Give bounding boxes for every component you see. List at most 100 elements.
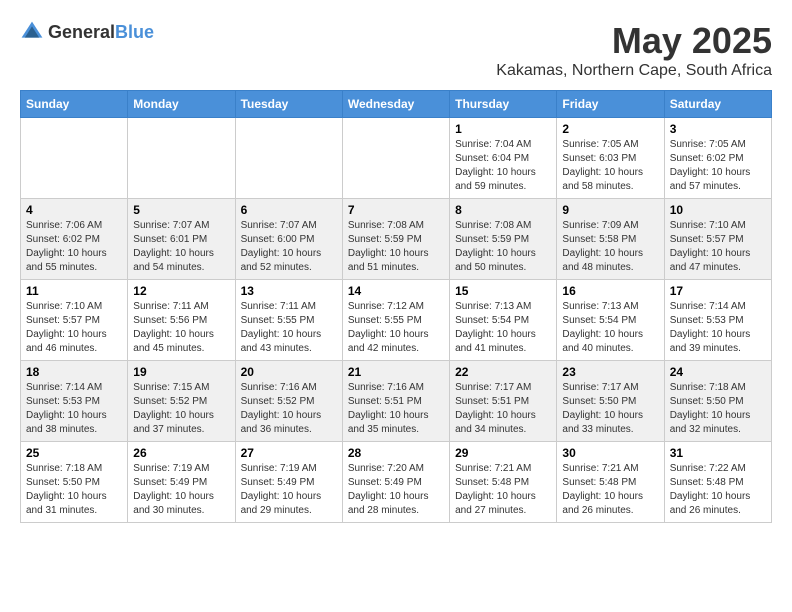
day-number: 7 (348, 203, 444, 217)
calendar-cell: 18Sunrise: 7:14 AM Sunset: 5:53 PM Dayli… (21, 361, 128, 442)
day-info: Sunrise: 7:12 AM Sunset: 5:55 PM Dayligh… (348, 300, 444, 356)
logo-icon (20, 20, 44, 44)
day-number: 4 (26, 203, 122, 217)
day-number: 27 (241, 446, 337, 460)
day-number: 23 (562, 365, 658, 379)
day-number: 3 (670, 122, 766, 136)
calendar-cell: 27 Sunrise: 7:19 AM Sunset: 5:49 PM Dayli… (235, 442, 342, 523)
weekday-header-friday: Friday (557, 91, 664, 118)
calendar-cell: 26 Sunrise: 7:19 AM Sunset: 5:49 PM Dayli… (128, 442, 235, 523)
calendar-cell: 30Sunrise: 7:21 AM Sunset: 5:48 PM Dayli… (557, 442, 664, 523)
day-number: 11 (26, 284, 122, 298)
title-block: May 2025 Kakamas, Northern Cape, South A… (496, 20, 772, 80)
calendar-cell (342, 118, 449, 199)
calendar-cell: 24 Sunrise: 7:18 AM Sunset: 5:50 PM Dayli… (664, 361, 771, 442)
month-year: May 2025 (496, 20, 772, 62)
calendar-cell: 1Sunrise: 7:04 AM Sunset: 6:04 PM Daylig… (450, 118, 557, 199)
day-info: Sunrise: 7:05 AM Sunset: 6:02 PM Dayligh… (670, 138, 766, 194)
day-info: Sunrise: 7:13 AM Sunset: 5:54 PM Dayligh… (562, 300, 658, 356)
weekday-header-sunday: Sunday (21, 91, 128, 118)
calendar-week-row: 11 Sunrise: 7:10 AM Sunset: 5:57 PM Dayli… (21, 280, 772, 361)
day-number: 26 (133, 446, 229, 460)
logo: GeneralBlue (20, 20, 154, 44)
calendar-cell: 6 Sunrise: 7:07 AM Sunset: 6:00 PM Daylig… (235, 199, 342, 280)
weekday-header-tuesday: Tuesday (235, 91, 342, 118)
day-info: Sunrise: 7:07 AM Sunset: 6:00 PM Dayligh… (241, 219, 337, 275)
day-info: Sunrise: 7:20 AM Sunset: 5:49 PM Dayligh… (348, 462, 444, 518)
day-number: 15 (455, 284, 551, 298)
calendar-cell: 25Sunrise: 7:18 AM Sunset: 5:50 PM Dayli… (21, 442, 128, 523)
logo-text-general: General (48, 22, 115, 42)
calendar-cell: 14 Sunrise: 7:12 AM Sunset: 5:55 PM Dayli… (342, 280, 449, 361)
weekday-header-monday: Monday (128, 91, 235, 118)
day-number: 17 (670, 284, 766, 298)
day-info: Sunrise: 7:19 AM Sunset: 5:49 PM Dayligh… (133, 462, 229, 518)
day-number: 24 (670, 365, 766, 379)
calendar-cell: 22 Sunrise: 7:17 AM Sunset: 5:51 PM Dayli… (450, 361, 557, 442)
calendar-header-row: SundayMondayTuesdayWednesdayThursdayFrid… (21, 91, 772, 118)
day-info: Sunrise: 7:08 AM Sunset: 5:59 PM Dayligh… (348, 219, 444, 275)
day-number: 16 (562, 284, 658, 298)
day-info: Sunrise: 7:21 AM Sunset: 5:48 PM Dayligh… (562, 462, 658, 518)
calendar-cell: 28Sunrise: 7:20 AM Sunset: 5:49 PM Dayli… (342, 442, 449, 523)
day-info: Sunrise: 7:16 AM Sunset: 5:52 PM Dayligh… (241, 381, 337, 437)
calendar-cell: 9 Sunrise: 7:09 AM Sunset: 5:58 PM Daylig… (557, 199, 664, 280)
weekday-header-thursday: Thursday (450, 91, 557, 118)
day-number: 22 (455, 365, 551, 379)
calendar-week-row: 18Sunrise: 7:14 AM Sunset: 5:53 PM Dayli… (21, 361, 772, 442)
day-info: Sunrise: 7:15 AM Sunset: 5:52 PM Dayligh… (133, 381, 229, 437)
day-number: 21 (348, 365, 444, 379)
calendar-cell: 16 Sunrise: 7:13 AM Sunset: 5:54 PM Dayli… (557, 280, 664, 361)
day-info: Sunrise: 7:09 AM Sunset: 5:58 PM Dayligh… (562, 219, 658, 275)
calendar-cell: 11 Sunrise: 7:10 AM Sunset: 5:57 PM Dayli… (21, 280, 128, 361)
location: Kakamas, Northern Cape, South Africa (496, 62, 772, 80)
day-info: Sunrise: 7:18 AM Sunset: 5:50 PM Dayligh… (670, 381, 766, 437)
calendar-cell: 4 Sunrise: 7:06 AM Sunset: 6:02 PM Daylig… (21, 199, 128, 280)
day-number: 8 (455, 203, 551, 217)
day-number: 20 (241, 365, 337, 379)
day-number: 10 (670, 203, 766, 217)
calendar-cell (21, 118, 128, 199)
calendar-cell: 20 Sunrise: 7:16 AM Sunset: 5:52 PM Dayli… (235, 361, 342, 442)
calendar-cell: 17Sunrise: 7:14 AM Sunset: 5:53 PM Dayli… (664, 280, 771, 361)
day-info: Sunrise: 7:10 AM Sunset: 5:57 PM Dayligh… (26, 300, 122, 356)
day-number: 12 (133, 284, 229, 298)
calendar-cell: 7 Sunrise: 7:08 AM Sunset: 5:59 PM Daylig… (342, 199, 449, 280)
weekday-header-wednesday: Wednesday (342, 91, 449, 118)
calendar-cell: 2 Sunrise: 7:05 AM Sunset: 6:03 PM Daylig… (557, 118, 664, 199)
calendar-week-row: 4 Sunrise: 7:06 AM Sunset: 6:02 PM Daylig… (21, 199, 772, 280)
calendar-cell (235, 118, 342, 199)
day-info: Sunrise: 7:11 AM Sunset: 5:56 PM Dayligh… (133, 300, 229, 356)
day-info: Sunrise: 7:07 AM Sunset: 6:01 PM Dayligh… (133, 219, 229, 275)
calendar-cell: 29Sunrise: 7:21 AM Sunset: 5:48 PM Dayli… (450, 442, 557, 523)
day-info: Sunrise: 7:05 AM Sunset: 6:03 PM Dayligh… (562, 138, 658, 194)
calendar-cell: 8Sunrise: 7:08 AM Sunset: 5:59 PM Daylig… (450, 199, 557, 280)
calendar-cell: 3 Sunrise: 7:05 AM Sunset: 6:02 PM Daylig… (664, 118, 771, 199)
day-number: 5 (133, 203, 229, 217)
day-number: 19 (133, 365, 229, 379)
day-info: Sunrise: 7:06 AM Sunset: 6:02 PM Dayligh… (26, 219, 122, 275)
day-number: 14 (348, 284, 444, 298)
day-number: 13 (241, 284, 337, 298)
calendar-cell: 15Sunrise: 7:13 AM Sunset: 5:54 PM Dayli… (450, 280, 557, 361)
calendar-table: SundayMondayTuesdayWednesdayThursdayFrid… (20, 90, 772, 523)
day-info: Sunrise: 7:10 AM Sunset: 5:57 PM Dayligh… (670, 219, 766, 275)
day-info: Sunrise: 7:19 AM Sunset: 5:49 PM Dayligh… (241, 462, 337, 518)
day-info: Sunrise: 7:14 AM Sunset: 5:53 PM Dayligh… (26, 381, 122, 437)
day-info: Sunrise: 7:11 AM Sunset: 5:55 PM Dayligh… (241, 300, 337, 356)
calendar-cell (128, 118, 235, 199)
day-number: 9 (562, 203, 658, 217)
day-info: Sunrise: 7:17 AM Sunset: 5:51 PM Dayligh… (455, 381, 551, 437)
day-number: 6 (241, 203, 337, 217)
calendar-cell: 12 Sunrise: 7:11 AM Sunset: 5:56 PM Dayli… (128, 280, 235, 361)
day-number: 2 (562, 122, 658, 136)
day-info: Sunrise: 7:17 AM Sunset: 5:50 PM Dayligh… (562, 381, 658, 437)
calendar-week-row: 25Sunrise: 7:18 AM Sunset: 5:50 PM Dayli… (21, 442, 772, 523)
day-number: 25 (26, 446, 122, 460)
day-info: Sunrise: 7:21 AM Sunset: 5:48 PM Dayligh… (455, 462, 551, 518)
logo-text-blue: Blue (115, 22, 154, 42)
calendar-week-row: 1Sunrise: 7:04 AM Sunset: 6:04 PM Daylig… (21, 118, 772, 199)
day-number: 1 (455, 122, 551, 136)
page-header: GeneralBlue May 2025 Kakamas, Northern C… (20, 20, 772, 80)
day-number: 31 (670, 446, 766, 460)
